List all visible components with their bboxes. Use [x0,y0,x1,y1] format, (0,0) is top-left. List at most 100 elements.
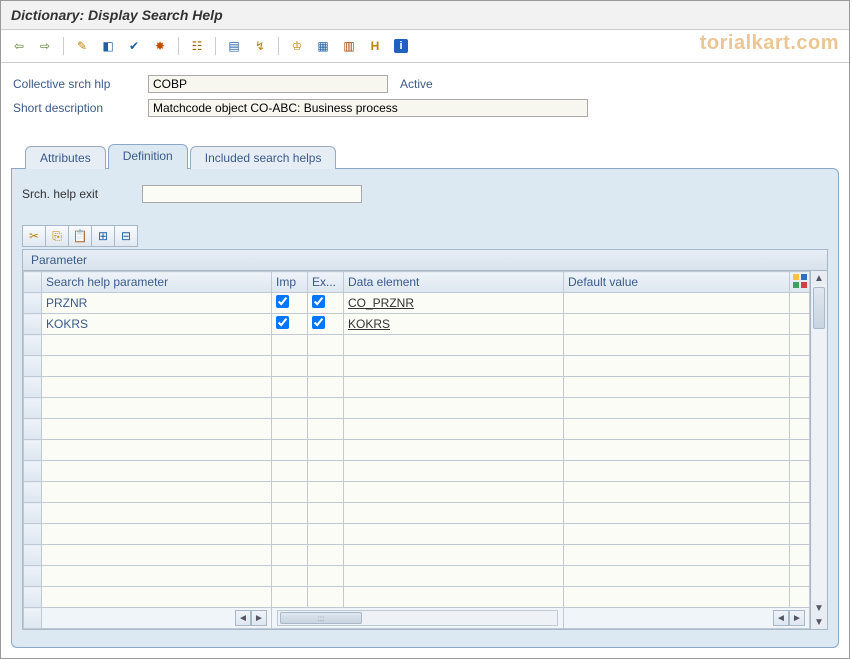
cell-empty[interactable] [272,419,308,440]
cell-empty[interactable] [272,587,308,608]
short-description-field[interactable] [148,99,588,117]
cell-empty[interactable] [564,566,790,587]
data-element-link[interactable]: KOKRS [348,317,390,331]
cell-empty[interactable] [308,587,344,608]
check-button[interactable]: ✔ [122,34,146,58]
row-selector[interactable] [24,461,42,482]
cell-empty[interactable] [564,545,790,566]
row-selector[interactable] [24,566,42,587]
cell-empty[interactable] [272,335,308,356]
documentation-button[interactable]: H [363,34,387,58]
col-search-help-parameter[interactable]: Search help parameter [42,272,272,293]
cell-empty[interactable] [790,440,810,461]
cell-empty[interactable] [272,377,308,398]
scroll-down-icon[interactable]: ▼ [812,615,826,629]
cell-empty[interactable] [790,419,810,440]
cell-empty[interactable] [790,545,810,566]
cell-empty[interactable] [272,545,308,566]
cell-parameter[interactable]: KOKRS [42,314,272,335]
cell-empty[interactable] [344,440,564,461]
row-selector[interactable] [24,524,42,545]
cell-empty[interactable] [308,566,344,587]
cell-empty[interactable] [790,587,810,608]
cell-empty[interactable] [42,377,272,398]
cell-empty[interactable] [308,335,344,356]
cell-empty[interactable] [308,440,344,461]
checkbox-cell[interactable] [308,293,344,314]
cell-parameter[interactable]: PRZNR [42,293,272,314]
cell-empty[interactable] [344,545,564,566]
scroll-left-icon[interactable]: ◄ [773,610,789,626]
back-button[interactable]: ⇦ [7,34,31,58]
cell-empty[interactable] [308,419,344,440]
cell-empty[interactable] [564,587,790,608]
col-imp[interactable]: Imp [272,272,308,293]
row-selector[interactable] [24,356,42,377]
cell-default-value[interactable] [564,293,790,314]
cell-empty[interactable] [564,440,790,461]
cell-empty[interactable] [564,335,790,356]
cell-empty[interactable] [790,356,810,377]
cell-empty[interactable] [564,461,790,482]
cell-empty[interactable] [790,482,810,503]
technical-button[interactable]: ▥ [337,34,361,58]
append-button[interactable]: ▦ [311,34,335,58]
cell-empty[interactable] [272,440,308,461]
scroll-down-icon[interactable]: ▼ [812,601,826,615]
row-selector[interactable] [24,545,42,566]
tab-definition[interactable]: Definition [108,144,188,169]
navigate-button[interactable]: ↯ [248,34,272,58]
tab-included-search-helps[interactable]: Included search helps [190,146,337,169]
tab-attributes[interactable]: Attributes [25,146,106,169]
cell-empty[interactable] [308,503,344,524]
row-selector[interactable] [24,377,42,398]
row-selector[interactable] [24,335,42,356]
vscroll-track[interactable] [812,285,826,601]
cell-empty[interactable] [308,356,344,377]
cell-empty[interactable] [272,398,308,419]
cell-empty[interactable] [344,419,564,440]
vscroll-thumb[interactable] [813,287,825,329]
scroll-right-icon[interactable]: ► [789,610,805,626]
col-data-element[interactable]: Data element [344,272,564,293]
checkbox[interactable] [276,316,289,329]
cell-empty[interactable] [308,545,344,566]
checkbox-cell[interactable] [272,314,308,335]
cell-empty[interactable] [344,503,564,524]
cell-empty[interactable] [308,482,344,503]
cell-empty[interactable] [790,524,810,545]
cell-empty[interactable] [564,503,790,524]
row-selector[interactable] [24,482,42,503]
cell-empty[interactable] [272,356,308,377]
display-change-button[interactable]: ✎ [70,34,94,58]
cell-empty[interactable] [272,461,308,482]
row-selector[interactable] [24,314,42,335]
cell-empty[interactable] [272,566,308,587]
row-selector[interactable] [24,398,42,419]
row-selector[interactable] [24,503,42,524]
hscroll-thumb[interactable]: ::: [280,612,362,624]
cell-empty[interactable] [564,524,790,545]
select-all-header[interactable] [24,272,42,293]
srch-help-exit-field[interactable] [142,185,362,203]
cell-empty[interactable] [308,524,344,545]
hscroll-track[interactable]: ::: [277,610,558,626]
scroll-up-icon[interactable]: ▲ [812,271,826,285]
cell-empty[interactable] [344,398,564,419]
cell-empty[interactable] [344,335,564,356]
cell-empty[interactable] [344,461,564,482]
cell-empty[interactable] [42,482,272,503]
cell-empty[interactable] [42,335,272,356]
cell-empty[interactable] [42,566,272,587]
cell-empty[interactable] [42,419,272,440]
cell-empty[interactable] [564,377,790,398]
cell-default-value[interactable] [564,314,790,335]
cell-empty[interactable] [790,503,810,524]
checkbox[interactable] [312,316,325,329]
table-config-button[interactable] [790,272,810,293]
cell-empty[interactable] [42,524,272,545]
cell-empty[interactable] [308,461,344,482]
cell-data-element[interactable]: CO_PRZNR [344,293,564,314]
delete-row-button[interactable]: ⊟ [115,225,138,247]
cell-empty[interactable] [344,587,564,608]
